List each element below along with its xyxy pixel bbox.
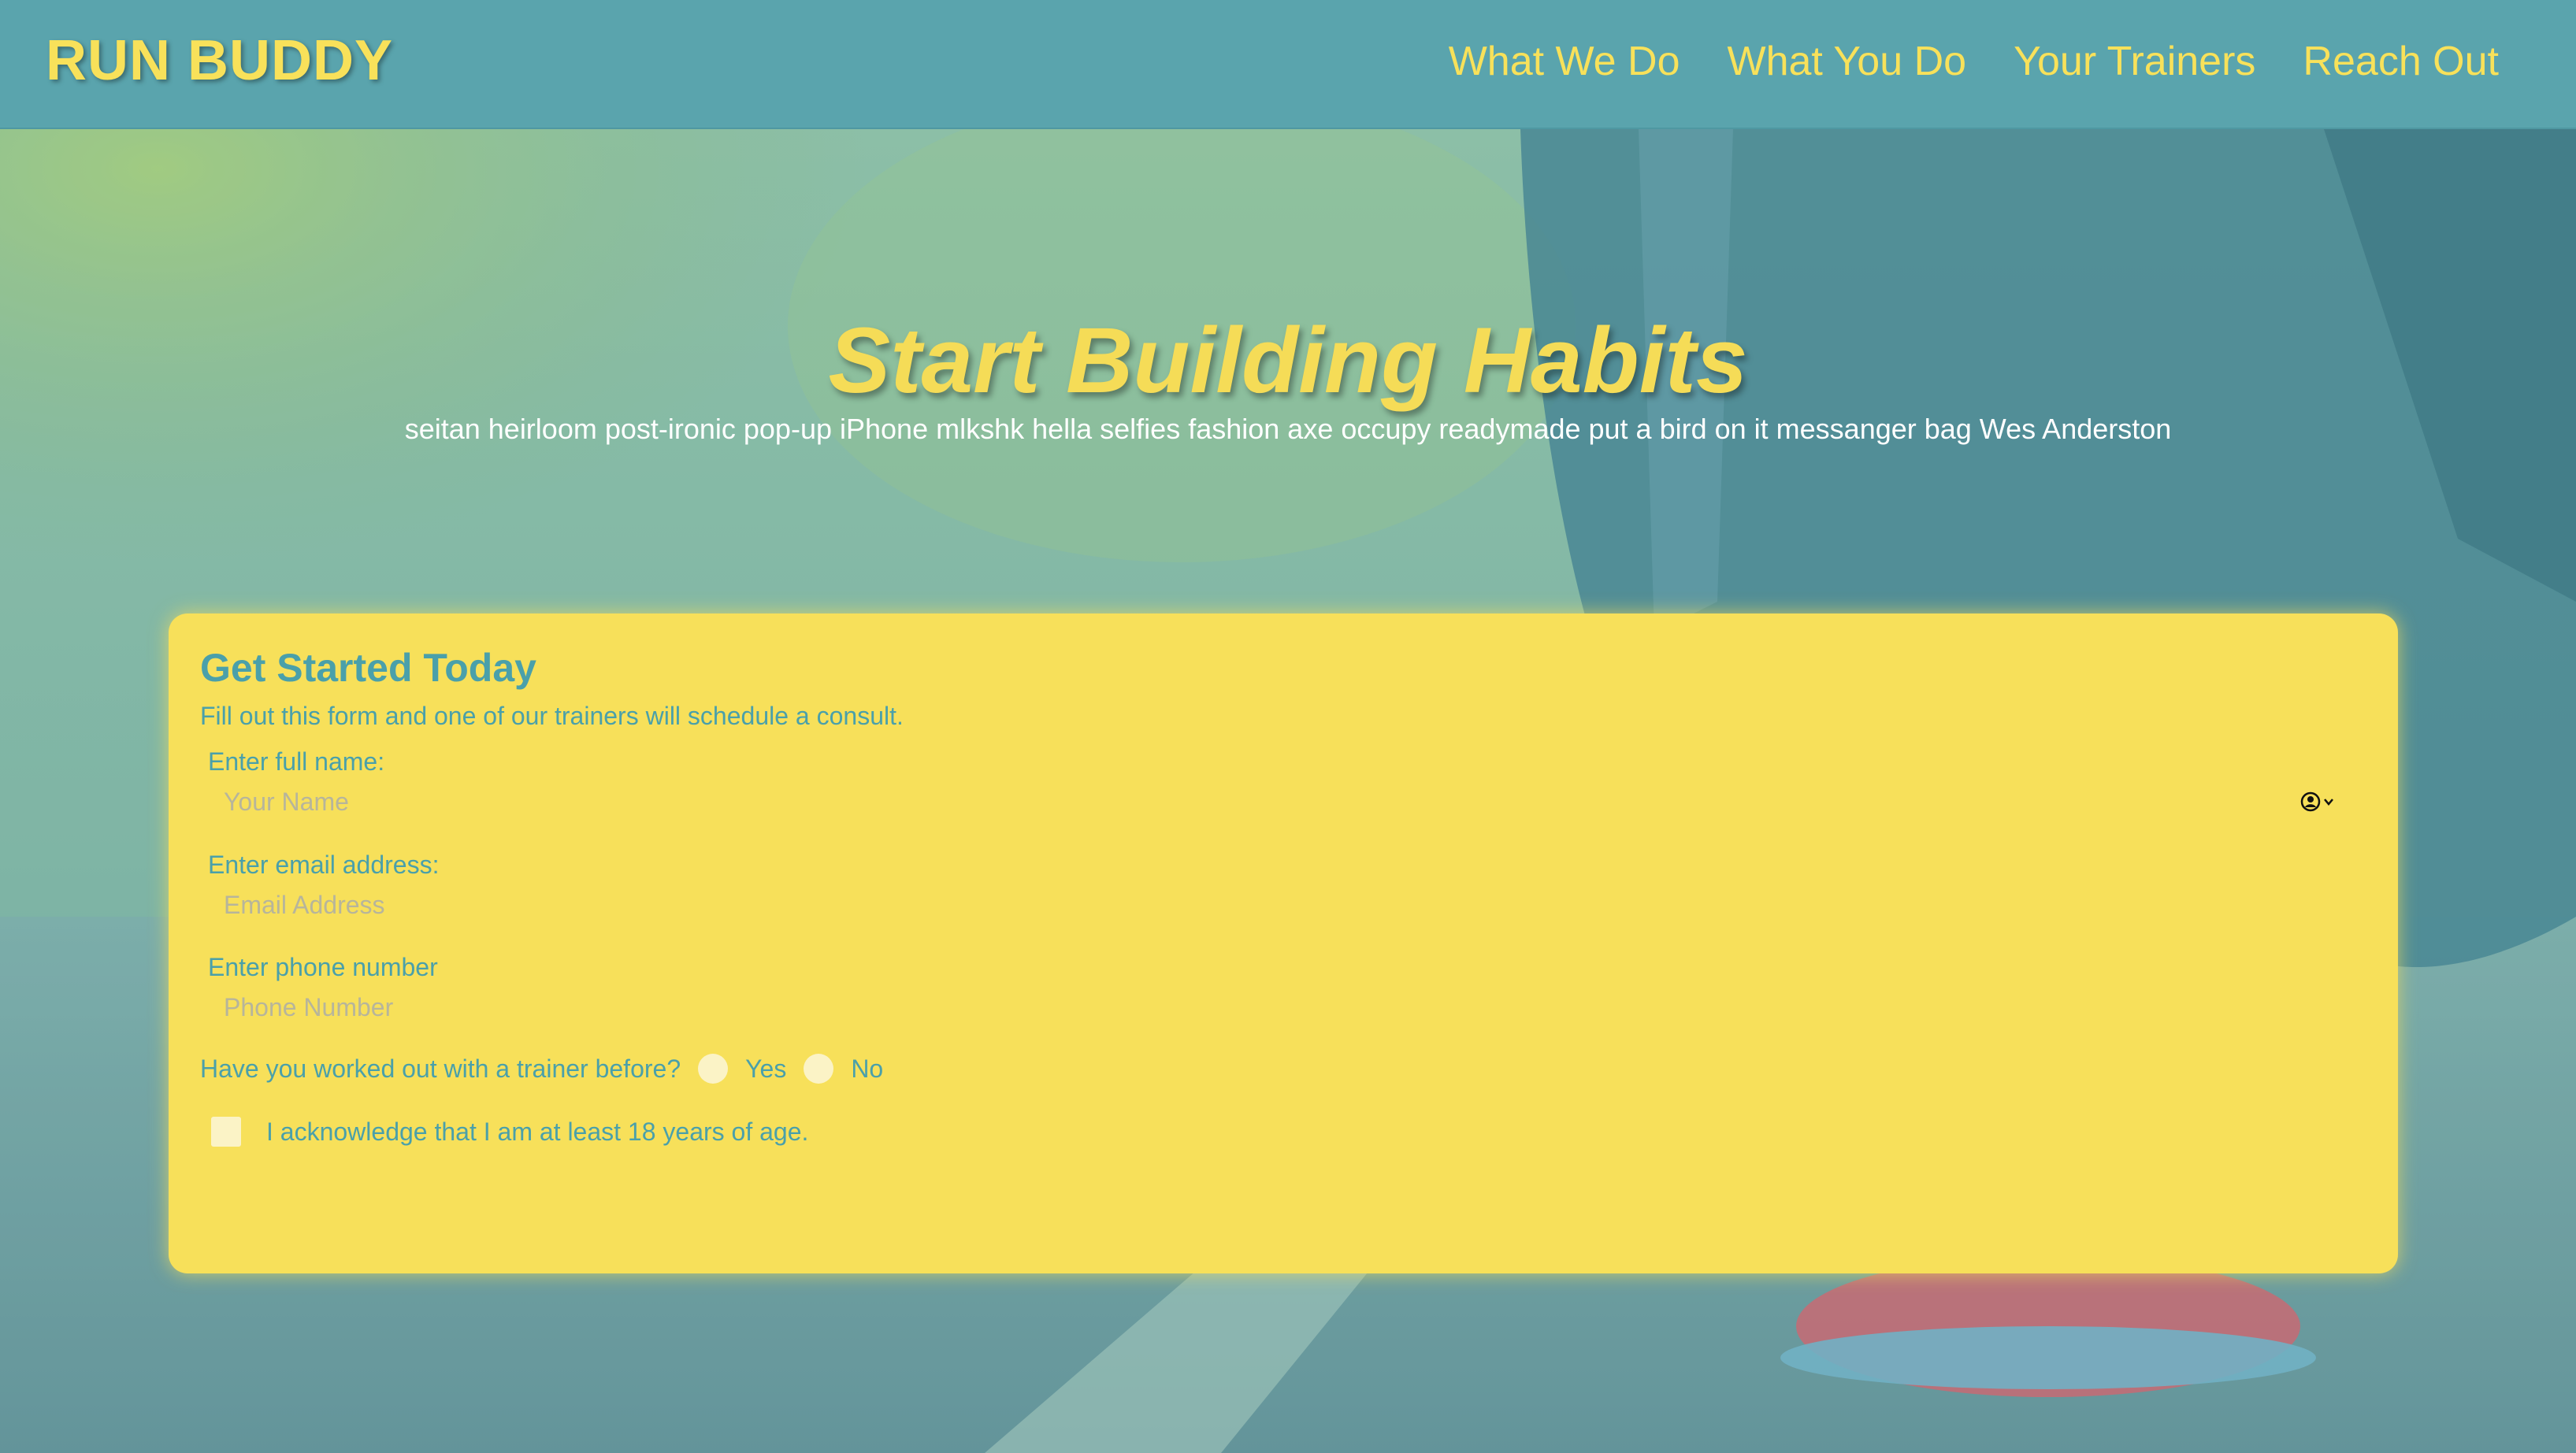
form-description: Fill out this form and one of our traine… [200, 702, 904, 730]
nav-your-trainers[interactable]: Your Trainers [2014, 38, 2255, 85]
full-name-input[interactable] [208, 780, 2335, 824]
person-circle-icon [2300, 791, 2321, 812]
form-title: Get Started Today [200, 646, 536, 690]
trainer-radio-group: Have you worked out with a trainer befor… [200, 1054, 883, 1084]
email-label: Enter email address: [208, 851, 440, 879]
nav-what-we-do[interactable]: What We Do [1449, 38, 1680, 85]
signup-form-card: Get Started Today Fill out this form and… [169, 613, 2398, 1273]
full-name-label: Enter full name: [208, 747, 385, 776]
email-input[interactable] [208, 883, 2335, 927]
age-checkbox[interactable] [211, 1117, 241, 1147]
contact-autofill-icon[interactable] [2300, 790, 2338, 814]
site-header: RUN BUDDY What We Do What You Do Your Tr… [0, 0, 2576, 129]
nav-what-you-do[interactable]: What You Do [1728, 38, 1967, 85]
trainer-question: Have you worked out with a trainer befor… [200, 1054, 681, 1083]
radio-yes-label[interactable]: Yes [745, 1055, 786, 1084]
nav-reach-out[interactable]: Reach Out [2303, 38, 2499, 85]
chevron-down-icon [2324, 799, 2333, 806]
radio-no-label[interactable]: No [851, 1055, 883, 1084]
age-acknowledgement: I acknowledge that I am at least 18 year… [211, 1117, 808, 1147]
age-checkbox-label[interactable]: I acknowledge that I am at least 18 year… [266, 1118, 808, 1147]
radio-no[interactable] [804, 1054, 834, 1084]
brand-logo[interactable]: RUN BUDDY [46, 28, 393, 93]
radio-yes[interactable] [698, 1054, 729, 1084]
hero-subtitle: seitan heirloom post-ironic pop-up iPhon… [404, 413, 2172, 445]
phone-input[interactable] [208, 985, 2335, 1029]
hero-title: Start Building Habits [828, 309, 1748, 413]
main-nav: What We Do What You Do Your Trainers Rea… [1449, 38, 2499, 85]
phone-label: Enter phone number [208, 953, 438, 981]
